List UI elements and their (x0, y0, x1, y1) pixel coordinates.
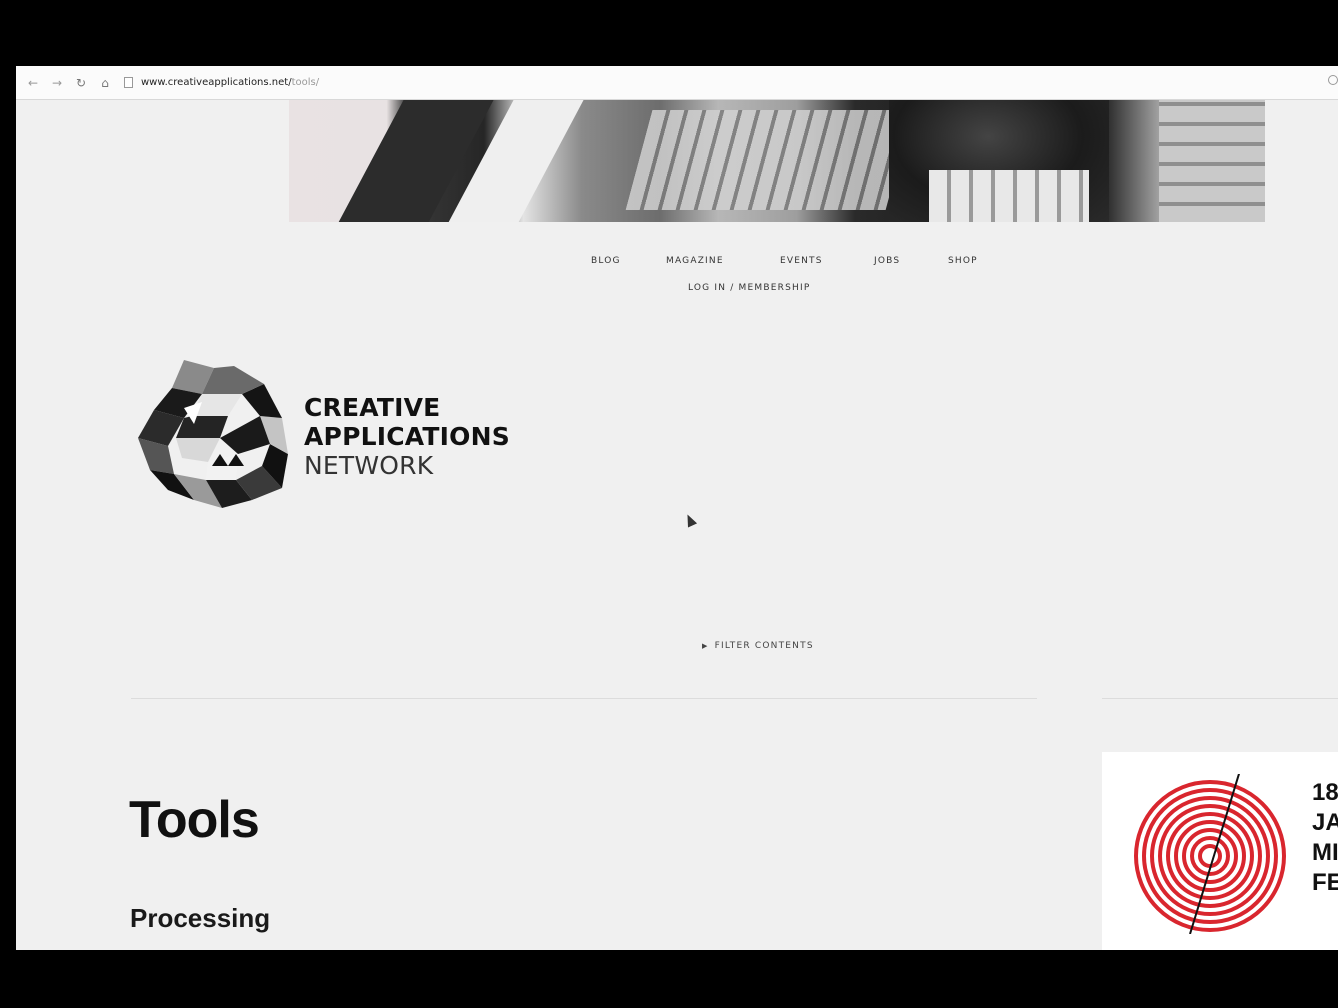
nav-magazine[interactable]: MAGAZINE (666, 256, 724, 266)
ad-line: JA (1312, 809, 1338, 836)
hero-image (289, 100, 1265, 222)
concentric-rings-icon (1134, 774, 1286, 934)
reload-icon[interactable]: ↻ (74, 76, 88, 90)
divider (131, 698, 1037, 699)
filter-contents-toggle[interactable]: ▶ FILTER CONTENTS (702, 641, 814, 651)
ad-line: 18 (1312, 779, 1338, 806)
login-membership-link[interactable]: LOG IN / MEMBERSHIP (688, 283, 810, 293)
main-nav: BLOG MAGAZINE EVENTS JOBS SHOP (16, 256, 1338, 276)
back-arrow-icon[interactable]: ← (26, 76, 40, 90)
url-path: tools/ (291, 77, 320, 88)
window-edge (0, 66, 16, 950)
logo-line-creative: CREATIVE (304, 393, 441, 422)
web-page: BLOG MAGAZINE EVENTS JOBS SHOP LOG IN / … (16, 100, 1338, 950)
hero-shape (929, 170, 1089, 222)
video-letterbox-top (0, 0, 1338, 66)
can-logo-icon[interactable] (132, 358, 290, 512)
logo-line-applications: APPLICATIONS (304, 422, 510, 451)
sidebar-ad[interactable]: 18 JA MI FE (1102, 752, 1338, 950)
zoom-icon[interactable] (1328, 75, 1338, 85)
nav-jobs[interactable]: JOBS (874, 256, 900, 266)
filter-label: FILTER CONTENTS (714, 641, 814, 651)
forward-arrow-icon[interactable]: → (50, 76, 64, 90)
hero-shape (625, 110, 913, 210)
ad-line: MI (1312, 839, 1338, 866)
ad-line: FE (1312, 869, 1338, 896)
divider (1102, 698, 1338, 699)
section-title[interactable]: Processing (130, 903, 270, 934)
url-host: www.creativeapplications.net/ (141, 77, 292, 88)
address-bar[interactable]: www.creativeapplications.net/tools/ (141, 77, 319, 88)
logo-line-network: NETWORK (304, 451, 434, 480)
logo-wordmark[interactable]: CREATIVE APPLICATIONS NETWORK (304, 393, 510, 480)
home-icon[interactable]: ⌂ (98, 76, 112, 90)
nav-shop[interactable]: SHOP (948, 256, 978, 266)
mouse-cursor-icon (682, 512, 698, 528)
browser-toolbar: ← → ↻ ⌂ www.creativeapplications.net/too… (16, 66, 1338, 100)
triangle-right-icon: ▶ (702, 642, 709, 650)
page-icon (124, 77, 133, 88)
nav-blog[interactable]: BLOG (591, 256, 621, 266)
hero-shape (1159, 100, 1265, 222)
video-letterbox-bottom (0, 950, 1338, 1008)
page-title: Tools (129, 791, 260, 849)
nav-events[interactable]: EVENTS (780, 256, 823, 266)
ad-text: 18 JA MI FE (1312, 778, 1338, 898)
